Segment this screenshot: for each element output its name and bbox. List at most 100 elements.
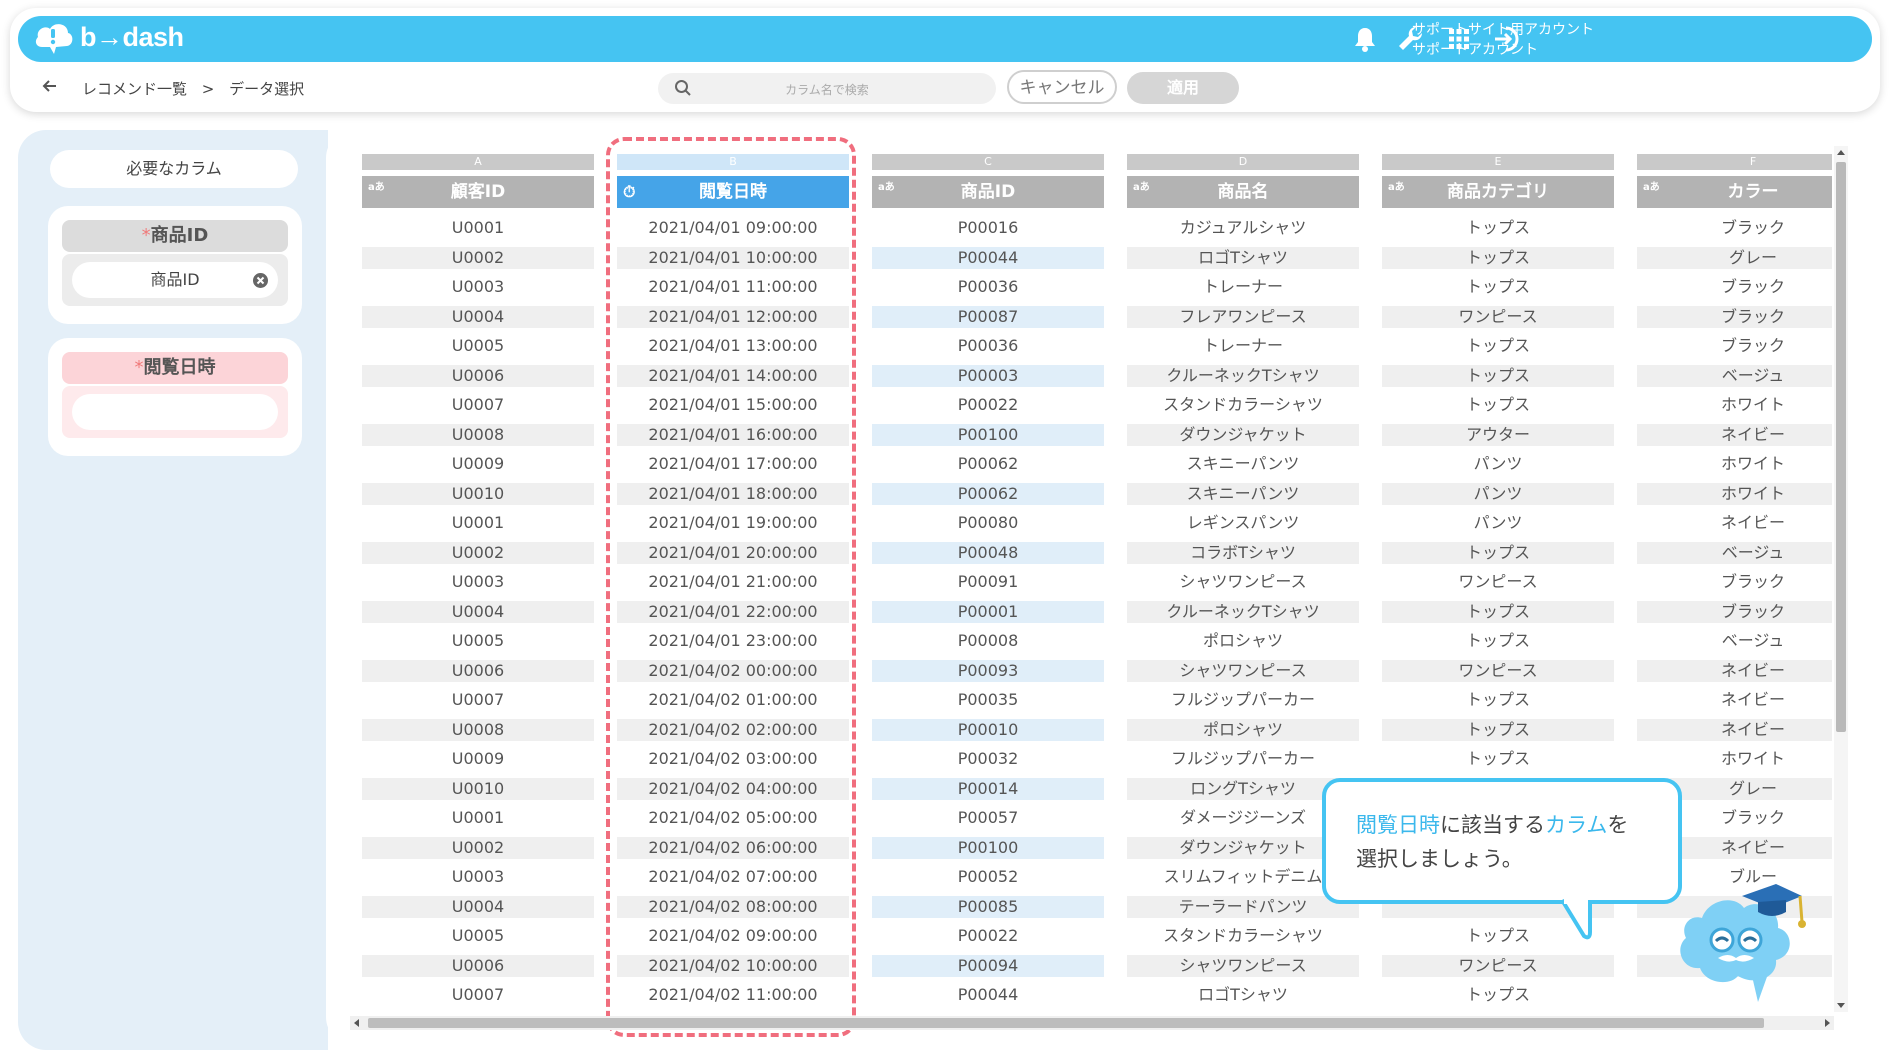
column-cell: ホワイト	[1720, 749, 1785, 768]
horizontal-scroll-thumb[interactable]	[368, 1018, 1764, 1028]
slot-product-id[interactable]: *商品ID 商品ID	[48, 206, 302, 324]
scroll-left-icon[interactable]	[352, 1018, 360, 1028]
column-cell: 2021/04/01 23:00:00	[648, 631, 818, 650]
required-mark: *	[134, 357, 144, 378]
breadcrumb-recommend-list[interactable]: レコメンド一覧	[82, 80, 187, 98]
column-cell: 2021/04/02 06:00:00	[617, 836, 849, 859]
scroll-down-icon[interactable]	[1836, 1002, 1846, 1010]
text-type-icon: aあ	[878, 182, 895, 193]
column-header[interactable]: ⏱ 閲覧日時	[617, 176, 849, 208]
sub-toolbar: レコメンド一覧 > データ選択 カラム名で検索 キャンセル 適用	[10, 62, 1880, 112]
assigned-column-chip[interactable]: 商品ID	[72, 262, 278, 298]
slot-label-product-id: *商品ID	[62, 220, 288, 252]
column-cell: 2021/04/01 18:00:00	[617, 482, 849, 505]
column-cell: シャツワンピース	[1179, 572, 1307, 591]
horizontal-scrollbar[interactable]	[350, 1016, 1834, 1030]
column-cell: ワンピース	[1382, 659, 1614, 682]
column-cell: U0005	[451, 336, 505, 355]
column-cell: P00035	[957, 690, 1019, 709]
column-cell: P00008	[957, 631, 1019, 650]
column-header-label: 閲覧日時	[699, 182, 767, 202]
vertical-scrollbar[interactable]	[1834, 146, 1848, 1012]
logout-icon[interactable]	[1492, 24, 1522, 54]
column-cell: P00062	[872, 482, 1104, 505]
column-cell: 2021/04/02 05:00:00	[648, 808, 818, 827]
column-letter: C	[872, 154, 1104, 170]
column-cell: U0002	[362, 541, 594, 564]
column-cell: P00001	[872, 600, 1104, 623]
column-letter: D	[1127, 154, 1359, 170]
slot-view-datetime[interactable]: *閲覧日時	[48, 338, 302, 456]
column-cell: ホワイト	[1637, 482, 1832, 505]
column-cell: P00100	[872, 836, 1104, 859]
column-cell: U0005	[451, 631, 505, 650]
mascot-icon	[1680, 884, 1806, 1002]
column-cell: トップス	[1465, 985, 1530, 1004]
column-cell: P00022	[957, 395, 1019, 414]
column-cell: U0007	[451, 985, 505, 1004]
column-cell: ベージュ	[1721, 631, 1785, 650]
column-cell: ロゴTシャツ	[1198, 985, 1288, 1004]
column-cell: U0001	[451, 808, 505, 827]
column-header[interactable]: aあ カラー	[1637, 176, 1832, 208]
apps-grid-icon[interactable]	[1444, 24, 1474, 54]
column-cell: 2021/04/01 10:00:00	[617, 246, 849, 269]
column-cell: P00044	[957, 985, 1019, 1004]
arrow-left-icon[interactable]	[40, 76, 60, 96]
column-cell: U0006	[362, 659, 594, 682]
column-cell: シャツワンピース	[1127, 659, 1359, 682]
scroll-up-icon[interactable]	[1836, 148, 1846, 156]
wrench-icon[interactable]	[1396, 24, 1426, 54]
column-cell: ブラック	[1637, 305, 1832, 328]
column-cell: 2021/04/01 11:00:00	[648, 277, 818, 296]
column-cell: P00094	[872, 954, 1104, 977]
column-cell: U0009	[451, 454, 505, 473]
apply-button[interactable]: 適用	[1127, 72, 1239, 104]
hint-highlight-column: カラム	[1545, 813, 1608, 837]
column-cell: ブラック	[1720, 218, 1785, 237]
column-cell: トレーナー	[1202, 336, 1283, 355]
column-letter: B	[617, 154, 849, 170]
column-cell: 2021/04/01 09:00:00	[648, 218, 818, 237]
column-cell: 2021/04/02 07:00:00	[648, 867, 818, 886]
column-cell: U0006	[362, 364, 594, 387]
required-columns-title: 必要なカラム	[50, 150, 298, 188]
column-cell: トップス	[1382, 600, 1614, 623]
hint-text: 閲覧日時に該当するカラムを 選択しましょう。	[1356, 808, 1628, 876]
column-header[interactable]: aあ 顧客ID	[362, 176, 594, 208]
column-cell: U0010	[362, 777, 594, 800]
search-input[interactable]: カラム名で検索	[658, 73, 996, 104]
bell-icon[interactable]	[1350, 24, 1380, 54]
remove-icon[interactable]	[253, 273, 268, 288]
column-cell: U0003	[451, 867, 505, 886]
column-cell: スキニーパンツ	[1186, 454, 1300, 473]
column-header[interactable]: aあ 商品ID	[872, 176, 1104, 208]
cancel-button[interactable]: キャンセル	[1007, 70, 1117, 104]
column-cell: ブラック	[1720, 336, 1785, 355]
slot-label-text: 閲覧日時	[143, 357, 216, 378]
vertical-scroll-thumb[interactable]	[1836, 162, 1846, 732]
column-header[interactable]: aあ 商品カテゴリ	[1382, 176, 1614, 208]
column-cell: ブラック	[1637, 600, 1832, 623]
column-cell: クルーネックTシャツ	[1127, 364, 1359, 387]
column-cell: ベージュ	[1637, 364, 1832, 387]
required-mark: *	[141, 225, 151, 246]
logo-icon	[35, 24, 73, 54]
hint-tooltip: 閲覧日時に該当するカラムを 選択しましょう。	[1322, 778, 1682, 904]
column-cell: 2021/04/02 02:00:00	[617, 718, 849, 741]
scroll-right-icon[interactable]	[1824, 1018, 1832, 1028]
column-cell: 2021/04/01 22:00:00	[617, 600, 849, 623]
column-cell: ポロシャツ	[1202, 631, 1283, 650]
column-cell: シャツワンピース	[1127, 954, 1359, 977]
column-header-label: カラー	[1727, 182, 1779, 202]
column-cell: トレーナー	[1202, 277, 1283, 296]
column-cell: 2021/04/01 15:00:00	[648, 395, 818, 414]
column-cell: U0004	[362, 600, 594, 623]
column-cell: U0007	[451, 395, 505, 414]
search-placeholder: カラム名で検索	[785, 83, 869, 97]
column-letter: A	[362, 154, 594, 170]
column-header[interactable]: aあ 商品名	[1127, 176, 1359, 208]
column-cell: U0008	[362, 718, 594, 741]
empty-drop-target[interactable]	[72, 394, 278, 430]
column-cell: 2021/04/02 00:00:00	[617, 659, 849, 682]
